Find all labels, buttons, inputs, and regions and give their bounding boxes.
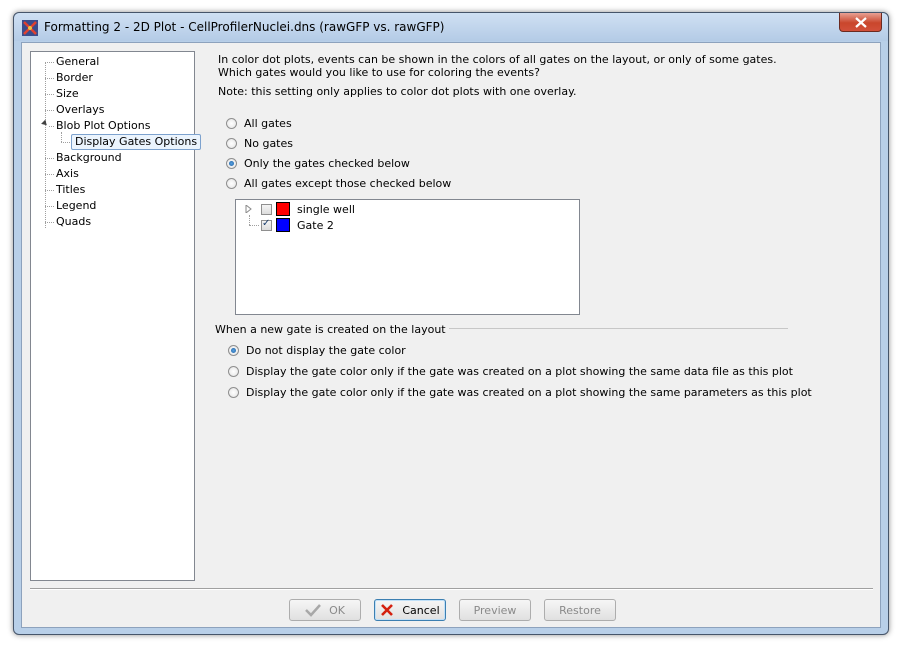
tree-guide xyxy=(61,132,62,142)
tree-item-axis[interactable]: Axis xyxy=(56,167,79,181)
gate-item-gate-2[interactable]: Gate 2 xyxy=(261,218,334,232)
radio-no-gates[interactable]: No gates xyxy=(226,137,293,150)
radio-indicator[interactable] xyxy=(226,118,237,129)
tree-item-background[interactable]: Background xyxy=(56,151,122,165)
tree-guide xyxy=(45,190,54,191)
radio-label: Do not display the gate color xyxy=(246,344,406,357)
gate-list: single well Gate 2 xyxy=(235,199,580,315)
tree-guide xyxy=(249,225,259,226)
expand-triangle-icon[interactable] xyxy=(245,205,253,213)
dialog-client: General Border Size Overlays Blob Plot O… xyxy=(21,42,881,628)
radio-indicator[interactable] xyxy=(228,345,239,356)
title-bar[interactable]: Formatting 2 - 2D Plot - CellProfilerNuc… xyxy=(14,13,888,41)
gate-checkbox[interactable] xyxy=(261,218,272,231)
radio-label: All gates except those checked below xyxy=(244,177,452,190)
radio-indicator[interactable] xyxy=(228,387,239,398)
gate-checkbox[interactable] xyxy=(261,203,272,215)
radio-same-data-file[interactable]: Display the gate color only if the gate … xyxy=(228,365,793,378)
radio-indicator[interactable] xyxy=(226,138,237,149)
cancel-label: Cancel xyxy=(402,603,440,617)
cancel-x-icon xyxy=(381,604,394,616)
radio-label: Display the gate color only if the gate … xyxy=(246,386,812,399)
radio-only-checked-gates[interactable]: Only the gates checked below xyxy=(226,157,410,170)
close-icon xyxy=(855,17,867,28)
close-button[interactable] xyxy=(839,13,882,32)
radio-same-parameters[interactable]: Display the gate color only if the gate … xyxy=(228,386,812,399)
tree-guide xyxy=(249,215,250,225)
gate-color-swatch xyxy=(276,202,290,216)
app-logo-icon xyxy=(22,20,38,36)
radio-indicator[interactable] xyxy=(228,366,239,377)
ok-button[interactable]: OK xyxy=(289,599,361,621)
radio-label: All gates xyxy=(244,117,292,130)
tree-item-general[interactable]: General xyxy=(56,55,99,69)
tree-guide xyxy=(61,142,70,143)
options-tree: General Border Size Overlays Blob Plot O… xyxy=(30,51,202,581)
tree-item-legend[interactable]: Legend xyxy=(56,199,96,213)
window-title: Formatting 2 - 2D Plot - CellProfilerNuc… xyxy=(44,20,445,34)
preview-label: Preview xyxy=(473,603,517,617)
tree-item-blob-plot-options[interactable]: Blob Plot Options xyxy=(56,119,150,133)
new-gate-group-label: When a new gate is created on the layout xyxy=(215,323,449,336)
radio-do-not-display-color[interactable]: Do not display the gate color xyxy=(228,344,406,357)
tree-item-titles[interactable]: Titles xyxy=(56,183,85,197)
tree-guide xyxy=(45,62,54,63)
radio-label: Display the gate color only if the gate … xyxy=(246,365,793,378)
radio-indicator[interactable] xyxy=(226,178,237,189)
formatting-dialog: Formatting 2 - 2D Plot - CellProfilerNuc… xyxy=(13,12,889,635)
gate-label: Gate 2 xyxy=(297,218,334,232)
preview-button[interactable]: Preview xyxy=(459,599,531,621)
restore-button[interactable]: Restore xyxy=(544,599,616,621)
gate-color-swatch xyxy=(276,218,290,232)
tree-item-size[interactable]: Size xyxy=(56,87,79,101)
checkmark-icon xyxy=(305,604,321,617)
tree-guide xyxy=(45,78,54,79)
tree-guide xyxy=(45,110,54,111)
cancel-button[interactable]: Cancel xyxy=(374,599,446,621)
tree-guide xyxy=(45,174,54,175)
display-gates-panel: In color dot plots, events can be shown … xyxy=(202,43,872,588)
ok-label: OK xyxy=(329,603,345,617)
radio-label: No gates xyxy=(244,137,293,150)
button-separator xyxy=(30,588,873,590)
tree-item-display-gates-options[interactable]: Display Gates Options xyxy=(71,134,202,150)
note-text: Note: this setting only applies to color… xyxy=(218,85,577,98)
tree-guide xyxy=(45,63,46,228)
tree-guide xyxy=(45,206,54,207)
tree-item-overlays[interactable]: Overlays xyxy=(56,103,105,117)
tree-item-quads[interactable]: Quads xyxy=(56,215,91,229)
tree-guide xyxy=(49,126,54,127)
tree-item-border[interactable]: Border xyxy=(56,71,93,85)
gate-label: single well xyxy=(297,202,355,216)
radio-label: Only the gates checked below xyxy=(244,157,410,170)
gate-item-single-well[interactable]: single well xyxy=(261,202,355,216)
collapse-arrow-icon[interactable] xyxy=(41,119,49,128)
tree-guide xyxy=(45,222,54,223)
tree-guide xyxy=(45,94,54,95)
description-text: In color dot plots, events can be shown … xyxy=(218,53,777,79)
restore-label: Restore xyxy=(559,603,601,617)
radio-all-gates[interactable]: All gates xyxy=(226,117,292,130)
radio-all-except-checked[interactable]: All gates except those checked below xyxy=(226,177,451,190)
radio-indicator[interactable] xyxy=(226,158,237,169)
tree-guide xyxy=(45,158,54,159)
